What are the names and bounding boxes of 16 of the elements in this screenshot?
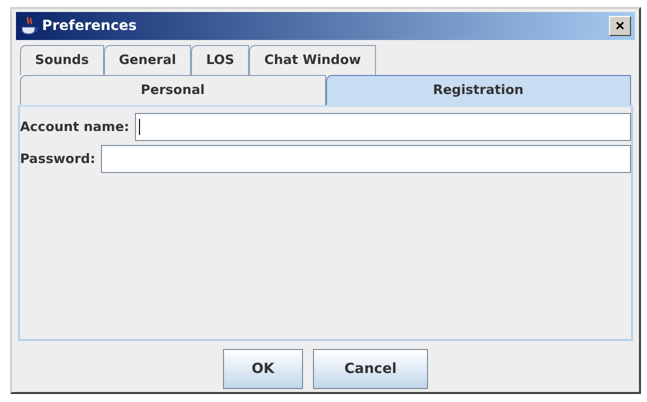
window-title: Preferences <box>42 18 138 34</box>
dialog-button[interactable]: Cancel <box>313 349 428 389</box>
tab[interactable]: General <box>104 45 192 75</box>
text-cursor <box>139 119 140 135</box>
text-field[interactable] <box>101 145 631 173</box>
coffee-cup-icon <box>20 16 38 36</box>
tab[interactable]: Chat Window <box>249 45 376 75</box>
tab[interactable]: Registration <box>326 75 631 105</box>
field-label: Password: <box>20 152 96 166</box>
tab[interactable]: Sounds <box>20 45 104 75</box>
tab[interactable]: Personal <box>20 75 326 105</box>
text-field[interactable] <box>135 113 631 141</box>
close-button[interactable]: ✕ <box>609 16 631 36</box>
dialog-button[interactable]: OK <box>223 349 303 389</box>
field-label: Account name: <box>20 120 130 134</box>
tab[interactable]: LOS <box>191 45 250 75</box>
